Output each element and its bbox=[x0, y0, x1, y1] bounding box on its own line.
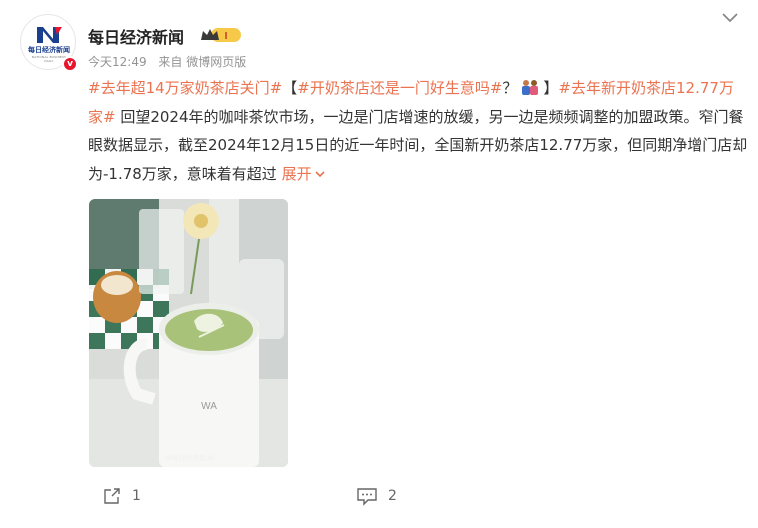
svg-text:WA: WA bbox=[201, 401, 217, 412]
question-mark: ？ bbox=[502, 79, 518, 97]
chevron-down-icon[interactable] bbox=[720, 10, 740, 26]
post-image[interactable]: WA @每日经济新闻 bbox=[89, 199, 288, 467]
share-button[interactable]: 1 bbox=[102, 486, 141, 506]
logo-text: 每日经济新闻 bbox=[28, 46, 70, 54]
verified-badge-icon: v bbox=[62, 56, 78, 72]
share-count: 1 bbox=[132, 488, 141, 504]
post-meta: 今天12:49 来自 微博网页版 bbox=[88, 53, 254, 70]
badge-level-text: I bbox=[225, 31, 228, 42]
expand-link[interactable]: 展开 bbox=[282, 165, 326, 183]
post-source: 来自 微博网页版 bbox=[158, 55, 247, 69]
fan-level-badge[interactable]: I bbox=[199, 26, 243, 44]
bracket-close: 】 bbox=[543, 79, 559, 97]
post-content: #去年超14万家奶茶店关门#【#开奶茶店还是一门好生意吗#？ 】#去年新开奶茶店… bbox=[88, 74, 748, 188]
nbd-logo-icon bbox=[37, 27, 62, 43]
comment-button[interactable]: 2 bbox=[356, 486, 397, 506]
post-time[interactable]: 今天12:49 bbox=[88, 55, 147, 69]
account-name[interactable]: 每日经济新闻 bbox=[88, 24, 184, 48]
comment-count: 2 bbox=[388, 488, 397, 504]
hashtag-link[interactable]: #开奶茶店还是一门好生意吗# bbox=[297, 79, 502, 97]
people-emoji-icon bbox=[522, 80, 539, 95]
bracket-open: 【 bbox=[282, 79, 298, 97]
comment-icon bbox=[357, 488, 377, 506]
image-watermark: @每日经济新闻 bbox=[164, 453, 213, 462]
post-body-text: 回望2024年的咖啡茶饮市场，一边是门店增速的放缓，另一边是频频调整的加盟政策。… bbox=[88, 107, 748, 183]
share-icon bbox=[104, 488, 120, 504]
hashtag-link[interactable]: #去年超14万家奶茶店关门# bbox=[88, 79, 282, 97]
expand-chevron-icon bbox=[315, 170, 325, 177]
